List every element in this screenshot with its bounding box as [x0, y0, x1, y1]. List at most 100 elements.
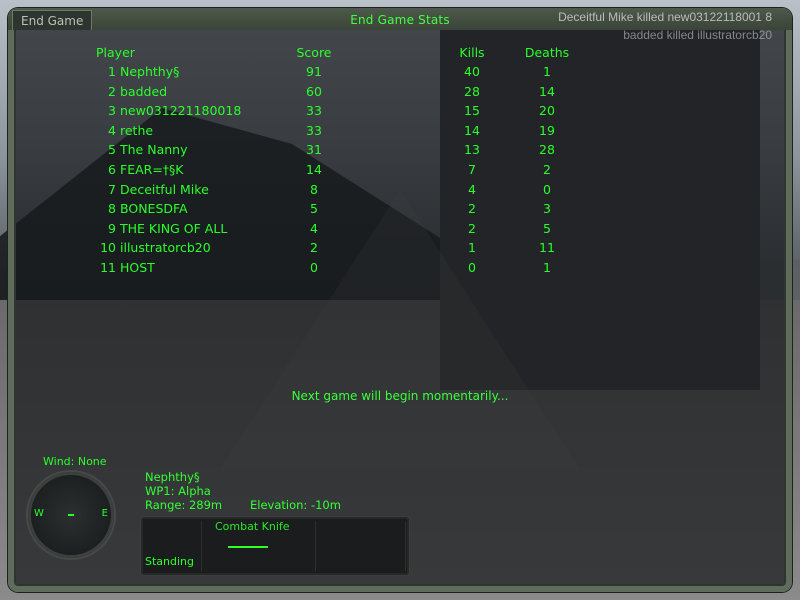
deaths-cell: 20 — [539, 103, 555, 119]
header-kills: Kills — [459, 45, 485, 60]
deaths-cell: 1 — [543, 259, 551, 275]
score-cell: 2 — [310, 240, 318, 256]
deaths-cell: 0 — [543, 181, 551, 197]
deaths-cell: 28 — [539, 142, 555, 158]
score-cell: 33 — [306, 103, 322, 119]
player-name: Deceitful Mike — [120, 181, 209, 197]
kills-cell: 14 — [464, 122, 480, 138]
rank-number: 8 — [108, 201, 116, 217]
deaths-cell: 3 — [543, 201, 551, 217]
deaths-cell: 19 — [539, 122, 555, 138]
rank-number: 4 — [108, 122, 116, 138]
player-status: Nephthy§ WP1: Alpha Range: 289m — [145, 470, 222, 512]
killfeed-line: badded killed illustratorcb20 — [623, 28, 772, 42]
waypoint-label: WP1: Alpha — [145, 484, 211, 498]
header-player: Player — [96, 45, 135, 60]
player-cell: 11 HOST — [96, 258, 286, 278]
rank-number: 3 — [108, 103, 116, 119]
wind-label: Wind: None — [43, 455, 107, 468]
rank-number: 10 — [100, 240, 116, 256]
player-cell: 6 FEAR=†§K — [96, 160, 286, 180]
kills-cell: 2 — [468, 220, 476, 236]
compass-west-label: W — [34, 508, 44, 519]
scoreboard-row: 8 BONESDFA 5 2 3 — [96, 199, 616, 219]
compass: W E — [28, 472, 114, 558]
score-cell: 31 — [306, 142, 322, 158]
player-name: HOST — [120, 259, 155, 275]
rank-number: 11 — [100, 259, 116, 275]
score-cell: 33 — [306, 122, 322, 138]
score-cell: 60 — [306, 83, 322, 99]
player-cell: 1 Nephthy§ — [96, 62, 286, 82]
score-cell: 4 — [310, 220, 318, 236]
header-deaths: Deaths — [524, 45, 570, 60]
rank-number: 5 — [108, 142, 116, 158]
player-cell: 7 Deceitful Mike — [96, 180, 286, 200]
player-name: badded — [120, 83, 168, 99]
player-name: illustratorcb20 — [120, 240, 211, 256]
score-cell: 14 — [306, 161, 322, 177]
deaths-cell: 1 — [543, 64, 551, 79]
compass-marker-icon — [68, 514, 74, 516]
player-name: FEAR=†§K — [120, 161, 184, 177]
player-cell: 4 rethe — [96, 121, 286, 141]
player-cell: 9 THE KING OF ALL — [96, 219, 286, 239]
compass-east-label: E — [101, 508, 108, 519]
rank-number: 2 — [108, 83, 116, 99]
rank-number: 1 — [108, 64, 116, 79]
kills-cell: 1 — [468, 240, 476, 256]
kills-cell: 15 — [464, 103, 480, 119]
rank-number: 9 — [108, 220, 116, 236]
kills-cell: 28 — [464, 83, 480, 99]
scoreboard-row: 1 Nephthy§ 91 40 1 — [96, 62, 616, 82]
score-cell: 8 — [310, 181, 318, 197]
panel-title: End Game Stats — [350, 13, 450, 27]
player-name: The Nanny — [120, 142, 188, 158]
player-cell: 10 illustratorcb20 — [96, 238, 286, 258]
weapon-name: Combat Knife — [215, 520, 290, 533]
player-cell: 5 The Nanny — [96, 140, 286, 160]
extra-slot — [319, 521, 406, 571]
scoreboard-row: 4 rethe 33 14 19 — [96, 121, 616, 141]
scoreboard: Player Score Kills Deaths 1 Nephthy§ 91 4… — [96, 44, 616, 278]
deaths-cell: 2 — [543, 161, 551, 177]
player-cell: 3 new031221180018 — [96, 101, 286, 121]
scoreboard-header-row: Player Score Kills Deaths — [96, 44, 616, 62]
player-name: BONESDFA — [120, 201, 188, 217]
deaths-cell: 14 — [539, 83, 555, 99]
score-cell: 91 — [306, 64, 322, 79]
knife-icon — [228, 546, 268, 548]
scoreboard-row: 10 illustratorcb20 2 1 11 — [96, 238, 616, 258]
score-cell: 0 — [310, 259, 318, 275]
rank-number: 6 — [108, 161, 116, 177]
scoreboard-row: 6 FEAR=†§K 14 7 2 — [96, 160, 616, 180]
scoreboard-row: 9 THE KING OF ALL 4 2 5 — [96, 219, 616, 239]
kills-cell: 7 — [468, 161, 476, 177]
elevation-label: Elevation: -10m — [250, 498, 341, 512]
range-label: Range: 289m — [145, 498, 223, 512]
player-callsign: Nephthy§ — [145, 470, 200, 484]
player-name: THE KING OF ALL — [120, 220, 228, 236]
scoreboard-row: 3 new031221180018 33 15 20 — [96, 101, 616, 121]
score-cell: 5 — [310, 201, 318, 217]
scoreboard-row: 7 Deceitful Mike 8 4 0 — [96, 180, 616, 200]
player-name: new031221180018 — [120, 103, 242, 119]
kills-cell: 0 — [468, 259, 476, 275]
kills-cell: 4 — [468, 181, 476, 197]
scoreboard-row: 2 badded 60 28 14 — [96, 82, 616, 102]
deaths-cell: 5 — [543, 220, 551, 236]
kills-cell: 40 — [464, 64, 480, 79]
kills-cell: 2 — [468, 201, 476, 217]
player-name: Nephthy§ — [120, 64, 180, 79]
kills-cell: 13 — [464, 142, 480, 158]
scoreboard-row: 5 The Nanny 31 13 28 — [96, 140, 616, 160]
scoreboard-row: 11 HOST 0 0 1 — [96, 258, 616, 278]
player-name: rethe — [120, 122, 154, 138]
deaths-cell: 11 — [539, 240, 555, 256]
player-cell: 8 BONESDFA — [96, 199, 286, 219]
next-game-message: Next game will begin momentarily... — [291, 389, 509, 403]
player-cell: 2 badded — [96, 82, 286, 102]
stance-label: Standing — [145, 555, 195, 568]
header-score: Score — [296, 45, 332, 60]
rank-number: 7 — [108, 181, 116, 197]
